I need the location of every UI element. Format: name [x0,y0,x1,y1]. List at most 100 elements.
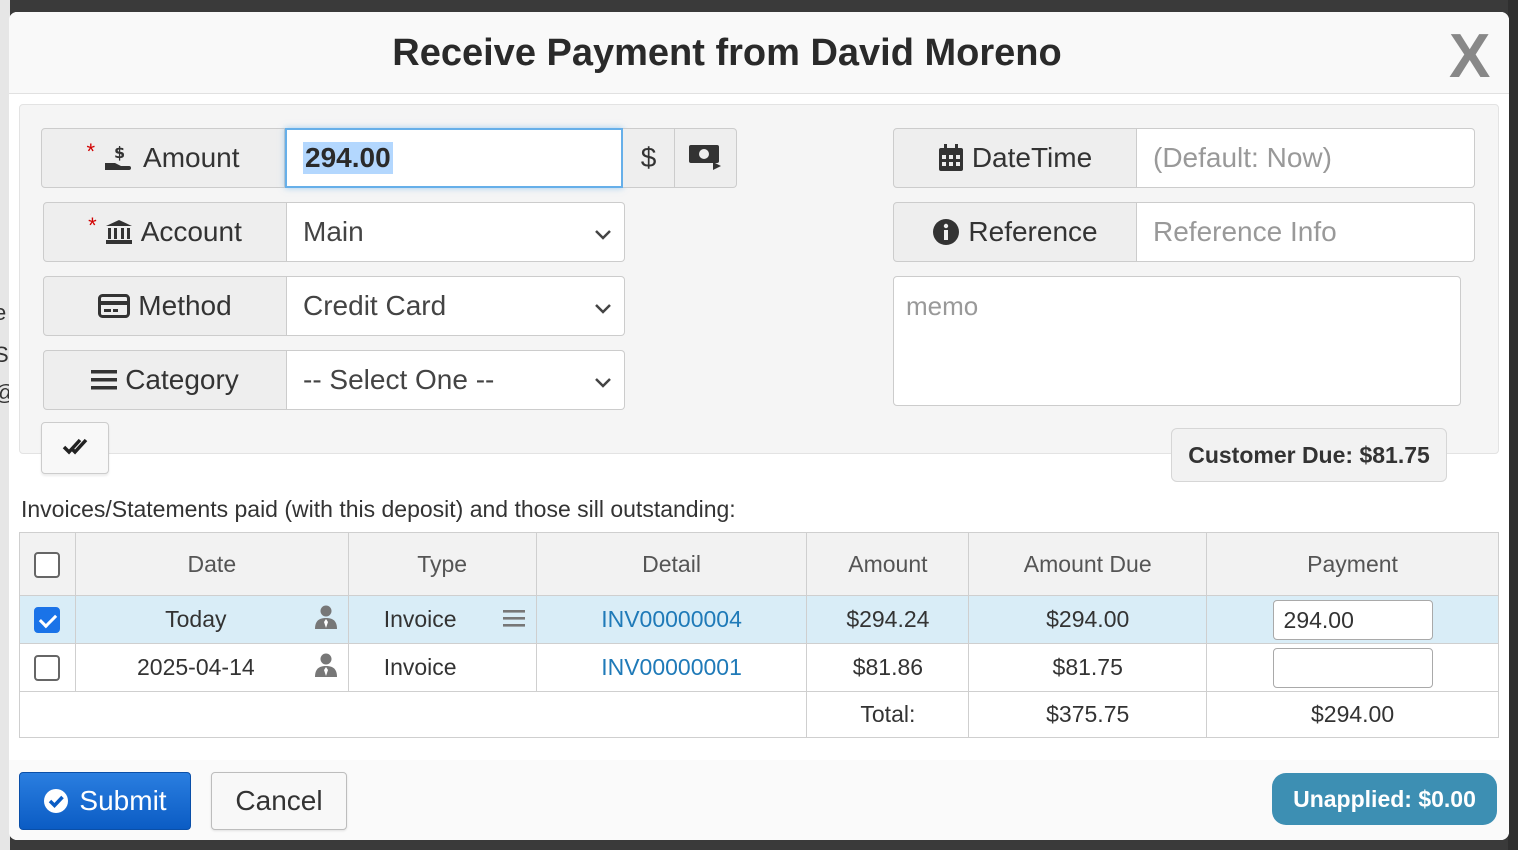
datetime-input[interactable]: (Default: Now) [1137,128,1475,188]
account-value: Main [303,216,364,247]
required-mark: * [88,213,97,238]
account-label-text: Account [140,216,242,247]
invoices-table: Date Type Detail Amount Amount Due Payme… [18,532,1499,738]
list-icon[interactable] [502,606,525,633]
user-tie-icon[interactable] [314,653,337,683]
money-exchange-icon [687,140,725,177]
type-cell: Invoice [347,595,537,644]
memo-placeholder: memo [906,291,979,321]
required-mark: * [86,139,96,164]
amount-label: * $ Amount [41,128,285,188]
amount-cell: $81.86 [806,643,970,692]
svg-text:$: $ [114,143,125,162]
check-circle-icon [43,788,69,814]
total-amount-due: $375.75 [968,691,1208,738]
table-total-row: Total: $375.75 $294.00 [18,691,1499,738]
category-label: Category [43,350,287,410]
select-all-checkbox[interactable] [34,551,61,578]
row-select-cell [19,595,76,644]
currency-addon: $ [623,128,675,188]
datetime-label: DateTime [893,128,1137,188]
date-value: Today [165,606,227,632]
bank-icon [105,219,133,245]
column-header-payment: Payment [1206,532,1499,596]
type-value: Invoice [383,606,457,632]
datetime-label-text: DateTime [971,142,1093,173]
invoice-link[interactable]: INV00000004 [601,606,742,632]
amount-due-cell: $81.75 [968,643,1208,692]
reference-input[interactable]: Reference Info [1137,202,1475,262]
datetime-placeholder: (Default: Now) [1153,142,1332,173]
invoice-link[interactable]: INV00000001 [601,654,742,680]
info-icon [932,218,960,246]
customer-due-badge: Customer Due: $81.75 [1171,428,1447,482]
column-header-type: Type [347,532,537,596]
submit-label: Submit [79,785,167,816]
account-select[interactable]: Main [287,202,625,262]
detail-cell: INV00000004 [535,595,808,644]
amount-label-text: Amount [143,142,240,173]
datetime-group: DateTime (Default: Now) [893,128,1475,188]
chevron-down-icon [594,364,612,396]
payment-input[interactable]: 294.00 [1272,599,1433,640]
amount-group: * $ Amount 294.00 $ [41,128,737,188]
user-tie-icon[interactable] [314,605,337,635]
column-header-date: Date [74,532,349,596]
amount-cell: $294.24 [806,595,970,644]
type-value: Invoice [383,654,457,680]
column-header-amount: Amount [806,532,970,596]
total-payment: $294.00 [1206,691,1499,738]
method-select[interactable]: Credit Card [287,276,625,336]
category-group: Category -- Select One -- [43,350,625,410]
category-value: -- Select One -- [303,364,495,395]
total-spacer-cell [18,691,808,738]
submit-button[interactable]: Submit [19,772,191,830]
chevron-down-icon [594,290,612,322]
detail-cell: INV00000001 [535,643,808,692]
table-row[interactable]: 2025-04-14 Invoice INV00000001 $81.86 $8… [19,643,1499,692]
money-exchange-button[interactable] [675,128,737,188]
calendar-icon [938,144,964,172]
row-checkbox[interactable] [34,607,61,634]
column-header-detail: Detail [535,532,808,596]
close-button[interactable]: X [1449,26,1490,88]
reference-placeholder: Reference Info [1153,216,1337,247]
amount-due-cell: $294.00 [968,595,1208,644]
payment-input[interactable] [1272,647,1433,688]
method-label-text: Method [138,290,232,321]
select-all-cell [19,532,76,596]
row-checkbox[interactable] [34,655,61,682]
type-cell: Invoice [347,643,537,692]
cancel-button[interactable]: Cancel [211,772,347,830]
background-page-edge-right [1508,0,1518,850]
amount-value: 294.00 [303,142,393,174]
hand-holding-dollar-icon: $ [103,143,135,173]
reference-group: Reference Reference Info [893,202,1475,262]
list-icon [91,369,118,391]
table-row[interactable]: Today Invoice INV00000004 $294.24 $294.0… [19,595,1499,644]
payment-cell [1206,643,1499,692]
payment-cell: 294.00 [1206,595,1499,644]
column-header-amount-due: Amount Due [968,532,1208,596]
account-group: * Account Main [43,202,625,262]
method-value: Credit Card [303,290,447,321]
category-select[interactable]: -- Select One -- [287,350,625,410]
method-group: Method Credit Card [43,276,625,336]
reference-label-text: Reference [968,216,1098,247]
credit-card-icon [98,294,131,318]
account-label: * Account [43,202,287,262]
date-value: 2025-04-14 [137,654,255,680]
check-all-button[interactable] [41,422,109,474]
receive-payment-dialog: Receive Payment from David Moreno X * $ … [9,12,1509,840]
memo-textarea[interactable]: memo [893,276,1461,406]
reference-label: Reference [893,202,1137,262]
unapplied-badge: Unapplied: $0.00 [1272,773,1497,825]
date-cell: Today [74,595,349,644]
chevron-down-icon [594,216,612,248]
dialog-header: Receive Payment from David Moreno X [9,12,1509,94]
invoices-caption: Invoices/Statements paid (with this depo… [21,496,736,522]
category-label-text: Category [125,364,239,395]
dialog-title: Receive Payment from David Moreno [392,32,1062,74]
table-header-row: Date Type Detail Amount Amount Due Payme… [19,532,1499,596]
amount-input[interactable]: 294.00 [285,128,623,188]
